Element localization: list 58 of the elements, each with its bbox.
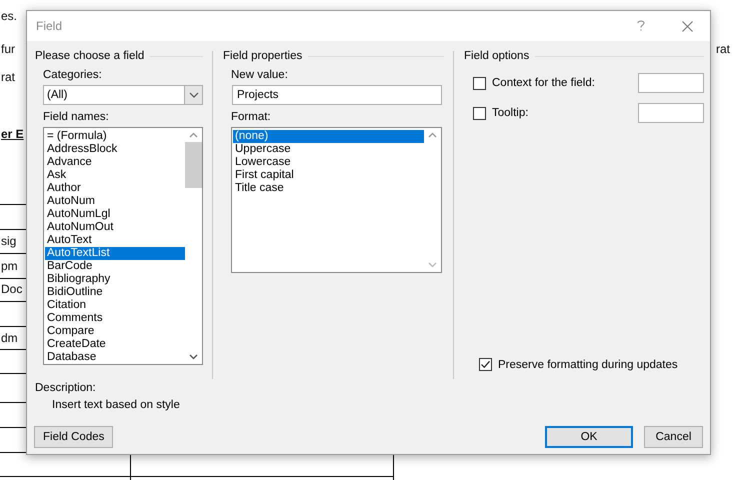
list-item[interactable]: (none) (233, 130, 424, 143)
list-item[interactable]: Database (45, 351, 185, 364)
checkbox-label: Tooltip: (492, 107, 530, 119)
list-item[interactable]: CreateDate (45, 338, 185, 351)
list-item[interactable]: Comments (45, 312, 185, 325)
dialog-button[interactable]: Field Codes (34, 426, 114, 448)
dialog-button[interactable]: OK (545, 426, 633, 448)
list-item[interactable]: BidiOutline (45, 286, 185, 299)
group-title: Field properties (223, 50, 302, 62)
list-item[interactable]: Title case (233, 182, 424, 195)
field-label: Field names: (43, 111, 110, 125)
document-text: fur (1, 41, 16, 57)
description-label: Description: (35, 382, 97, 394)
document-heading: er E (1, 126, 24, 142)
new-value-field[interactable]: Projects (232, 85, 442, 105)
document-text: sig (1, 233, 16, 249)
checkbox[interactable] (473, 76, 486, 90)
checkbox-label: Preserve formatting during updates (498, 358, 678, 370)
list-item[interactable]: AddressBlock (45, 143, 185, 156)
list-item[interactable]: Ask (45, 169, 185, 182)
list-item[interactable]: AutoTextList (45, 247, 185, 260)
description-text: Insert text based on style (52, 399, 181, 411)
list-item[interactable]: Uppercase (233, 143, 424, 156)
list-item[interactable]: Advance (45, 156, 185, 169)
document-text: rat (716, 41, 730, 57)
list-item[interactable]: AutoNum (45, 195, 185, 208)
list-item[interactable]: Bibliography (45, 273, 185, 286)
option-field[interactable] (638, 73, 704, 93)
window-title: Field (36, 19, 64, 33)
dialog-button[interactable]: Cancel (644, 426, 703, 448)
document-text: es. (1, 8, 18, 24)
list-item[interactable]: BarCode (45, 260, 185, 273)
list-item[interactable]: First capital (233, 169, 424, 182)
list-item[interactable]: = (Formula) (45, 130, 185, 143)
categories-dropdown[interactable]: (All) (43, 85, 203, 105)
list-item[interactable]: Citation (45, 299, 185, 312)
field-label: New value: (231, 69, 289, 83)
option-field[interactable] (638, 103, 704, 123)
field-label: Categories: (43, 69, 103, 83)
document-text: pm (1, 258, 18, 274)
list-item[interactable]: AutoNumLgl (45, 208, 185, 221)
help-icon (637, 20, 645, 32)
list-item[interactable]: Compare (45, 325, 185, 338)
checkbox[interactable] (473, 106, 486, 120)
checkbox[interactable] (479, 358, 492, 371)
field-label: Format: (231, 111, 272, 125)
checkbox-label: Context for the field: (492, 77, 596, 89)
document-text: rat (1, 69, 16, 85)
document-text: dm (1, 330, 18, 346)
group-title: Please choose a field (35, 50, 144, 62)
list-item[interactable]: Author (45, 182, 185, 195)
document-text: Doc (1, 281, 22, 297)
group-title: Field options (464, 50, 530, 62)
list-item[interactable]: Lowercase (233, 156, 424, 169)
list-item[interactable]: AutoNumOut (45, 221, 185, 234)
list-item[interactable]: AutoText (45, 234, 185, 247)
scroll-thumb[interactable] (185, 142, 202, 188)
close-icon (682, 20, 692, 32)
